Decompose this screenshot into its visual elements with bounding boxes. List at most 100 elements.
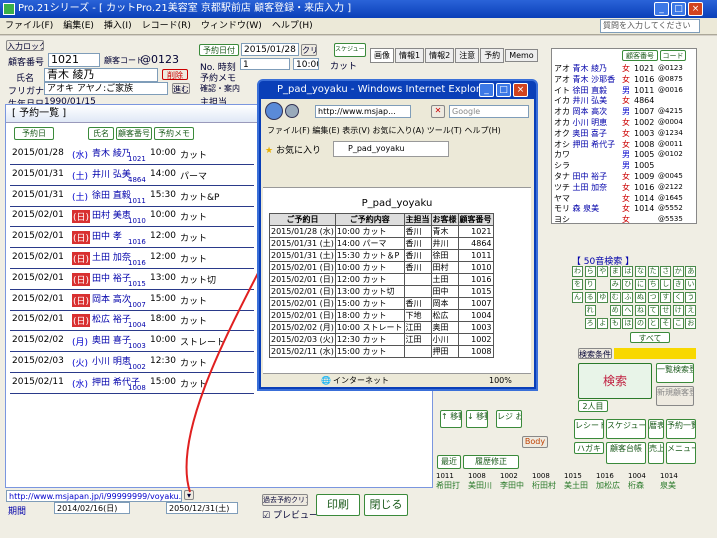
forward-icon[interactable] [285, 104, 299, 118]
kana-key[interactable]: な [635, 266, 646, 277]
kana-key[interactable]: さ [660, 266, 672, 277]
kana-key[interactable]: ぬ [635, 292, 646, 303]
list-item[interactable]: イト 徐田 直毅 男 1011 @0016 [554, 85, 696, 96]
kana-key[interactable]: ゆ [597, 292, 609, 303]
move-up-button[interactable]: ↑ 移動 [440, 410, 462, 428]
tab-memo[interactable]: Memo [505, 49, 538, 62]
strip-name[interactable]: 美田川 [468, 480, 492, 491]
ie-menu-file[interactable]: ファイル(F) [267, 126, 310, 135]
table-row[interactable]: 2015/01/31 (土) 井川 弘美 4864 14:00 パーマ [10, 166, 254, 186]
date-clear-button[interactable]: クリア [301, 44, 317, 56]
strip-name[interactable]: 李田中 [500, 480, 524, 491]
favorites-button[interactable]: ★ お気に入り [265, 143, 321, 156]
customer-name-field[interactable]: 青木 綾乃 [44, 68, 158, 82]
kana-key[interactable]: ち [647, 279, 659, 290]
kana-key[interactable]: し [660, 279, 672, 290]
receipt-button[interactable]: レシート [574, 419, 604, 439]
table-row[interactable]: 2015/01/28 (水) 青木 綾乃 1021 10:00 カット [10, 145, 254, 165]
menu-field[interactable]: カット [330, 59, 357, 72]
list-reg-button[interactable]: 一覧検索登録 [656, 363, 694, 383]
tab-image[interactable]: 画像 [370, 48, 394, 63]
list-item[interactable]: ヤマ 女 1014 @1645 [554, 193, 696, 204]
kana-key[interactable]: け [672, 305, 684, 316]
kana-key[interactable]: き [672, 279, 684, 290]
list-item[interactable]: オカ 岡本 高次 男 1007 @4215 [554, 106, 696, 117]
move-down-button[interactable]: ↓ 移動 [466, 410, 488, 428]
minimize-icon[interactable]: _ [654, 2, 669, 16]
kana-key[interactable]: く [672, 292, 684, 303]
visit-date-field[interactable]: 2015/01/28 [241, 43, 299, 56]
ie-maximize-icon[interactable]: □ [496, 83, 511, 97]
kana-key[interactable]: の [635, 318, 646, 329]
sort-name-button[interactable]: 氏名 [88, 127, 114, 140]
new-reg-button[interactable]: 新規顧客登録 [656, 386, 694, 406]
list-item[interactable]: オク 奥田 喜子 女 1003 @1234 [554, 128, 696, 139]
row-no-select[interactable]: 1 [240, 58, 290, 70]
gift-button[interactable]: 進む [172, 83, 190, 94]
sort-no-button[interactable]: 顧客番号 [116, 127, 152, 140]
list-item[interactable]: オカ 小川 明恵 女 1002 @0004 [554, 117, 696, 128]
ie-menu-edit[interactable]: 編集(E) [312, 126, 339, 135]
ie-menu-view[interactable]: 表示(V) [342, 126, 370, 135]
kana-key[interactable]: と [647, 318, 659, 329]
kana-key[interactable]: わ [572, 266, 583, 277]
close-icon[interactable]: × [688, 2, 703, 16]
preview-checkbox[interactable]: ☑ プレビュー [262, 508, 318, 521]
zoom-level[interactable]: 100% [489, 374, 512, 387]
strip-name[interactable]: 桁森 [628, 480, 644, 491]
list-sort-code-button[interactable]: コード [660, 50, 686, 61]
ie-minimize-icon[interactable]: _ [479, 83, 494, 97]
kana-key[interactable]: う [685, 292, 697, 303]
address-bar[interactable]: http://www.msjap... [315, 105, 411, 118]
hagaki-button[interactable]: ハガキ [574, 442, 604, 454]
menu-right-button[interactable]: メニュー [666, 442, 696, 464]
kana-key[interactable]: い [685, 279, 697, 290]
tab-yoyaku[interactable]: 予約 [480, 48, 505, 63]
help-search-input[interactable]: 質問を入力してください [600, 19, 700, 33]
kana-key[interactable]: え [685, 305, 697, 316]
kana-key[interactable]: ひ [622, 279, 634, 290]
menu-edit[interactable]: 編集(E) [58, 21, 99, 31]
schedule-button[interactable]: スケジュール [334, 43, 366, 57]
sales-button[interactable]: 売上 [648, 442, 664, 464]
list-item[interactable]: ツチ 土田 加奈 女 1016 @2122 [554, 182, 696, 193]
ie-close-icon[interactable]: × [513, 83, 528, 97]
kana-key[interactable]: み [609, 279, 621, 290]
strip-name[interactable]: 加松広 [596, 480, 620, 491]
tab-caution[interactable]: 注意 [455, 48, 480, 63]
list-item[interactable]: モリ 森 泉美 女 1014 @5552 [554, 203, 696, 214]
sort-date-button[interactable]: 予約日 [14, 127, 54, 140]
menu-record[interactable]: レコード(R) [137, 21, 196, 31]
kana-key[interactable]: ろ [584, 318, 596, 329]
search-cond-field[interactable] [614, 348, 696, 359]
kana-key[interactable]: に [635, 279, 646, 290]
ie-menu-help[interactable]: ヘルプ(H) [464, 126, 500, 135]
sort-memo-button[interactable]: 予約メモ [154, 127, 194, 140]
period-to-field[interactable]: 2050/12/31(土) [166, 502, 238, 514]
kana-key[interactable]: ら [584, 266, 596, 277]
kana-key[interactable]: り [584, 279, 596, 290]
time-field[interactable]: 10:00 [293, 58, 319, 70]
period-from-field[interactable]: 2014/02/16(日) [54, 502, 130, 514]
search-button[interactable]: 検索 [578, 363, 652, 399]
strip-name[interactable]: 希田打 [436, 480, 460, 491]
kana-key[interactable]: る [584, 292, 596, 303]
history-button[interactable]: 履歴修正 [463, 455, 519, 469]
list-item[interactable]: アオ 青木 沙耶香 女 1016 @0875 [554, 74, 696, 85]
ie-menu-tools[interactable]: ツール(T) [427, 126, 462, 135]
ie-tab[interactable]: P_pad_yoyaku [333, 141, 449, 157]
list-item[interactable]: タナ 田中 裕子 女 1009 @0045 [554, 171, 696, 182]
schedule-right-button[interactable]: スケジュール [606, 419, 646, 439]
maximize-icon[interactable]: □ [671, 2, 686, 16]
delete-button[interactable]: 削除 [162, 69, 188, 80]
kana-key[interactable]: せ [660, 305, 672, 316]
kana-key[interactable]: め [609, 305, 621, 316]
list-item[interactable]: シラ 男 1005 [554, 160, 696, 171]
count-button[interactable]: 2人目 [578, 400, 608, 412]
calendar-button[interactable]: 暦表 [648, 419, 664, 439]
menu-help[interactable]: ヘルプ(H) [267, 21, 318, 31]
recent-button[interactable]: 最近 [437, 455, 461, 469]
list-item[interactable]: カワ 男 1005 @0102 [554, 149, 696, 160]
kana-key[interactable]: ほ [622, 318, 634, 329]
tab-info2[interactable]: 情報2 [425, 48, 455, 63]
